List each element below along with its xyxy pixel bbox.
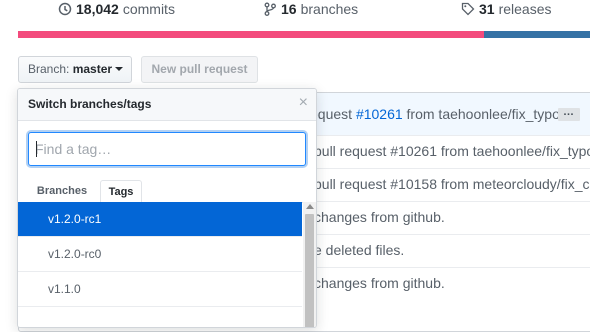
- language-segment: [18, 31, 484, 38]
- commits-stat[interactable]: 18,042 commits: [58, 0, 175, 18]
- commit-message[interactable]: changes from github.: [314, 209, 445, 225]
- scroll-thumb[interactable]: [305, 214, 314, 327]
- tag-list: v1.2.0-rc1 v1.2.0-rc0 v1.1.0: [18, 202, 316, 327]
- language-segment: [484, 31, 590, 38]
- branch-tag-dropdown: Switch branches/tags × Branches Tags v1.…: [17, 88, 317, 328]
- git-branch-icon: [264, 2, 276, 16]
- tag-icon: [461, 2, 475, 16]
- branches-count: 16: [281, 1, 297, 17]
- language-bar[interactable]: [18, 31, 590, 38]
- branch-select-button[interactable]: Branch: master: [18, 56, 132, 83]
- tab-tags[interactable]: Tags: [100, 180, 142, 203]
- new-pull-request-button[interactable]: New pull request: [141, 56, 258, 83]
- tag-item[interactable]: v1.2.0-rc1: [18, 202, 302, 237]
- tag-item[interactable]: v1.2.0-rc0: [18, 237, 302, 272]
- history-icon: [58, 2, 72, 16]
- commit-message[interactable]: changes from github.: [314, 275, 445, 291]
- releases-stat[interactable]: 31 releases: [461, 0, 552, 18]
- releases-label: releases: [498, 1, 552, 17]
- commit-message[interactable]: e deleted files.: [314, 242, 404, 258]
- tag-filter-input[interactable]: [35, 133, 305, 165]
- commits-count: 18,042: [76, 1, 119, 17]
- dropdown-header: Switch branches/tags ×: [18, 89, 316, 121]
- expand-commit-button[interactable]: …: [558, 107, 580, 121]
- tag-item[interactable]: v1.1.0: [18, 272, 302, 307]
- branch-name: master: [72, 62, 113, 76]
- commit-message[interactable]: pull request #10261 from taehoonlee/fix_…: [314, 143, 590, 159]
- commits-label: commits: [122, 1, 175, 17]
- text-cursor: [36, 141, 37, 157]
- tab-branches[interactable]: Branches: [28, 180, 96, 202]
- branches-stat[interactable]: 16 branches: [263, 0, 358, 18]
- commit-message[interactable]: pull request #10158 from meteorcloudy/fi…: [314, 176, 589, 192]
- repo-summary: 18,042 commits 16 branches 31 releases: [0, 0, 590, 30]
- close-icon[interactable]: ×: [299, 94, 308, 112]
- tag-filter-field[interactable]: [28, 132, 306, 166]
- branches-label: branches: [300, 1, 359, 17]
- releases-count: 31: [479, 1, 495, 17]
- dropdown-tabs: Branches Tags: [18, 180, 316, 203]
- scroll-up-arrow-icon[interactable]: [306, 204, 314, 209]
- latest-commit-message[interactable]: equest #10261 from taehoonlee/fix_typos: [310, 106, 567, 122]
- latest-commit-suffix: from taehoonlee/fix_typos: [402, 106, 567, 122]
- caret-down-icon: [115, 67, 124, 71]
- branch-prefix: Branch:: [28, 62, 70, 76]
- tag-item[interactable]: [18, 307, 302, 327]
- dropdown-title: Switch branches/tags: [28, 97, 152, 111]
- pull-request-link[interactable]: #10261: [356, 106, 403, 122]
- tag-list-scrollbar[interactable]: [303, 202, 316, 327]
